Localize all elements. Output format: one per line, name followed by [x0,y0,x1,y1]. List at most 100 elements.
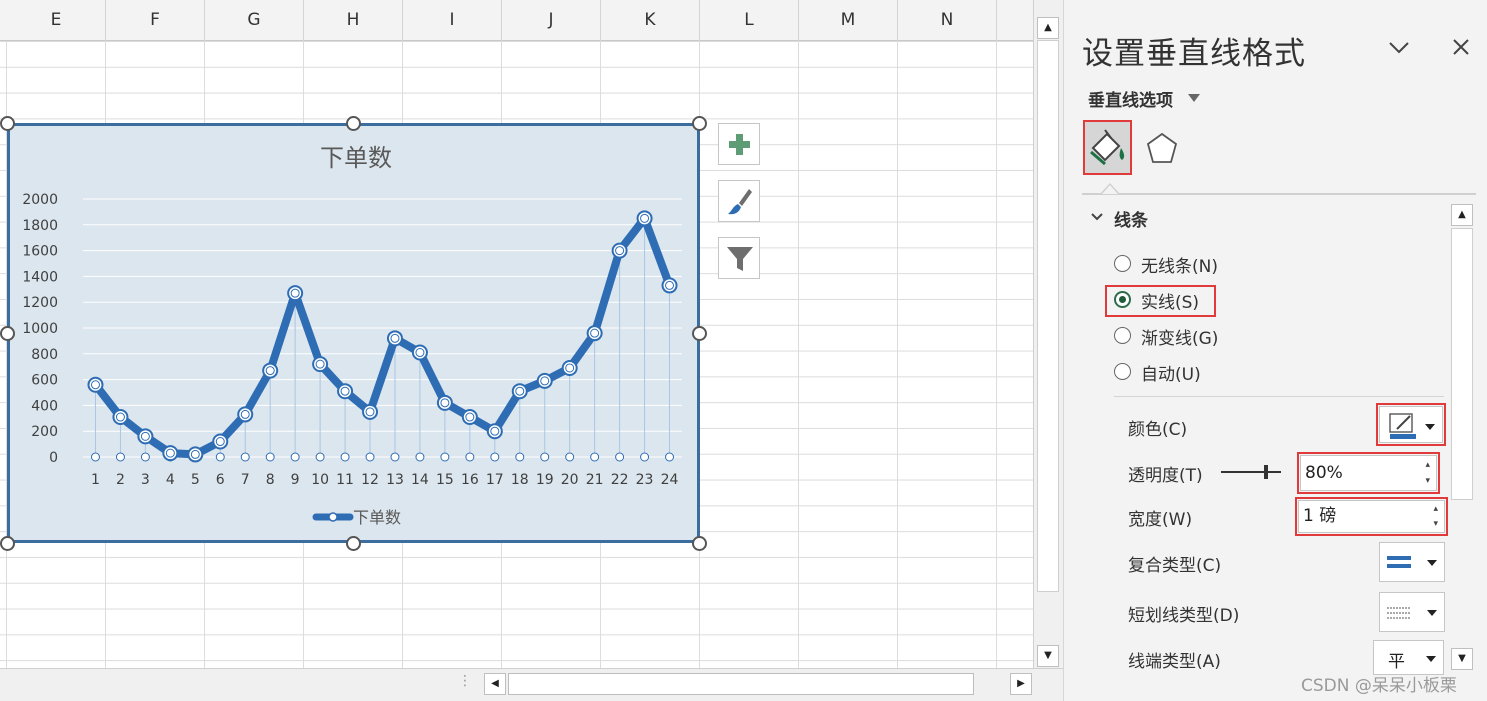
legend-swatch-marker [328,512,338,522]
radio-button-checked[interactable] [1114,291,1131,308]
pane-scrollbar[interactable]: ▲ ▼ [1450,202,1474,674]
column-header-h[interactable]: H [304,0,403,41]
dash-type-dropdown[interactable] [1379,592,1445,632]
scroll-down-button[interactable]: ▼ [1037,645,1059,667]
horizontal-scroll-thumb[interactable] [508,673,974,695]
legend-label: 下单数 [353,508,401,527]
y-tick-label: 1800 [22,218,58,234]
column-header-n[interactable]: N [898,0,997,41]
y-tick-label: 1400 [22,269,58,285]
spin-up-icon[interactable]: ▴ [1433,505,1438,514]
resize-handle-top[interactable] [346,116,361,131]
scroll-up-button[interactable]: ▲ [1037,17,1059,39]
width-spinner[interactable]: 1 磅 ▴ ▾ [1298,500,1445,533]
spin-down-icon[interactable]: ▾ [1425,477,1430,486]
radio-button[interactable] [1114,255,1131,272]
chart-styles-button[interactable] [718,180,760,222]
chart-elements-button[interactable] [718,123,760,165]
tab-divider [1082,193,1476,195]
line-chart: 下单数 0 200 400 600 800 1000 1200 1400 1600 1800 2000… [22,144,682,527]
pane-scroll-thumb[interactable] [1451,228,1473,500]
resize-handle-top-right[interactable] [692,116,707,131]
baseline-marker [290,452,300,462]
chart-area[interactable]: 下单数 0 200 400 600 800 1000 1200 1400 1600 1800 2000… [7,123,700,543]
data-point-marker [611,242,628,259]
caret-down-icon[interactable] [1188,94,1200,102]
radio-button[interactable] [1114,363,1131,380]
y-tick-label: 1200 [22,295,58,311]
width-value[interactable]: 1 磅 [1303,506,1336,526]
data-point-marker [436,394,453,411]
resize-handle-right[interactable] [692,326,707,341]
resize-handle-left[interactable] [0,326,15,341]
cap-type-dropdown[interactable]: 平 [1373,640,1444,675]
pane-scroll-up-button[interactable]: ▲ [1451,204,1473,226]
baseline-marker [340,452,350,462]
paint-bucket-icon [1090,129,1125,166]
sheet-bottom-bar: ⋮ ◀ ▶ [0,668,1063,701]
section-collapse-chevron-icon[interactable] [1090,210,1104,224]
transparency-label: 透明度(T) [1128,466,1203,486]
radio-solid-line[interactable]: 实线(S) [1114,288,1274,314]
column-header-i[interactable]: I [403,0,502,41]
radio-gradient-line[interactable]: 渐变线(G) [1114,324,1274,350]
x-tick-label: 15 [436,472,454,488]
sheet-vertical-scrollbar[interactable]: ▲ ▼ [1033,0,1063,668]
resize-handle-bottom[interactable] [346,536,361,551]
y-tick-label: 2000 [22,192,58,208]
y-tick-label: 200 [31,424,58,440]
resize-handle-bottom-left[interactable] [0,536,15,551]
transparency-slider[interactable] [1219,462,1283,482]
color-picker-button[interactable] [1379,406,1443,443]
data-point-marker [411,344,428,361]
tab-pointer [1100,183,1120,194]
transparency-spinner[interactable]: 80% ▴ ▾ [1300,455,1437,491]
column-header-e[interactable]: E [7,0,106,41]
resize-handle-bottom-right[interactable] [692,536,707,551]
format-pane: 设置垂直线格式 垂直线选项 线条 无线条(N) 实线(S) 渐变线(G) 自动(… [1063,0,1487,701]
resize-handle-top-left[interactable] [0,116,15,131]
x-tick-label: 4 [166,472,175,488]
data-point-marker [636,210,653,227]
radio-automatic[interactable]: 自动(U) [1114,360,1274,386]
scroll-thumb[interactable] [1037,40,1059,592]
filter-icon [727,247,753,271]
fill-line-tab[interactable] [1083,120,1132,175]
chevron-down-icon[interactable] [1386,34,1412,60]
chart-filters-button[interactable] [718,237,760,279]
data-point-marker [187,446,204,463]
spin-up-icon[interactable]: ▴ [1425,461,1430,470]
close-icon[interactable] [1448,34,1474,60]
divider [1114,396,1444,397]
column-header-g[interactable]: G [205,0,304,41]
baseline-marker [140,452,150,462]
pane-scroll-down-button[interactable]: ▼ [1451,648,1473,670]
x-tick-label: 12 [361,472,379,488]
cap-type-label: 线端类型(A) [1128,652,1221,672]
data-point-marker [287,285,304,302]
transparency-value[interactable]: 80% [1305,463,1343,483]
options-dropdown-label[interactable]: 垂直线选项 [1088,86,1173,111]
split-grip-icon[interactable]: ⋮ [458,673,472,689]
data-point-marker [262,362,279,379]
radio-no-line[interactable]: 无线条(N) [1114,252,1274,278]
scroll-right-button[interactable]: ▶ [1010,673,1032,695]
radio-button[interactable] [1114,327,1131,344]
scroll-left-button[interactable]: ◀ [484,673,506,695]
column-header-k[interactable]: K [601,0,700,41]
chart-title: 下单数 [320,144,392,172]
dashed-line-icon [1387,607,1411,619]
column-header-l[interactable]: L [700,0,799,41]
y-tick-label: 600 [31,373,58,389]
column-header-f[interactable]: F [106,0,205,41]
data-point-marker [337,383,354,400]
column-header-m[interactable]: M [799,0,898,41]
section-line-header[interactable]: 线条 [1114,206,1148,231]
column-header-j[interactable]: J [502,0,601,41]
baseline-marker [440,452,450,462]
pentagon-effects-icon[interactable] [1144,128,1180,168]
spin-down-icon[interactable]: ▾ [1433,520,1438,529]
x-tick-label: 21 [586,472,604,488]
x-tick-label: 14 [411,472,429,488]
compound-type-dropdown[interactable] [1379,542,1445,582]
